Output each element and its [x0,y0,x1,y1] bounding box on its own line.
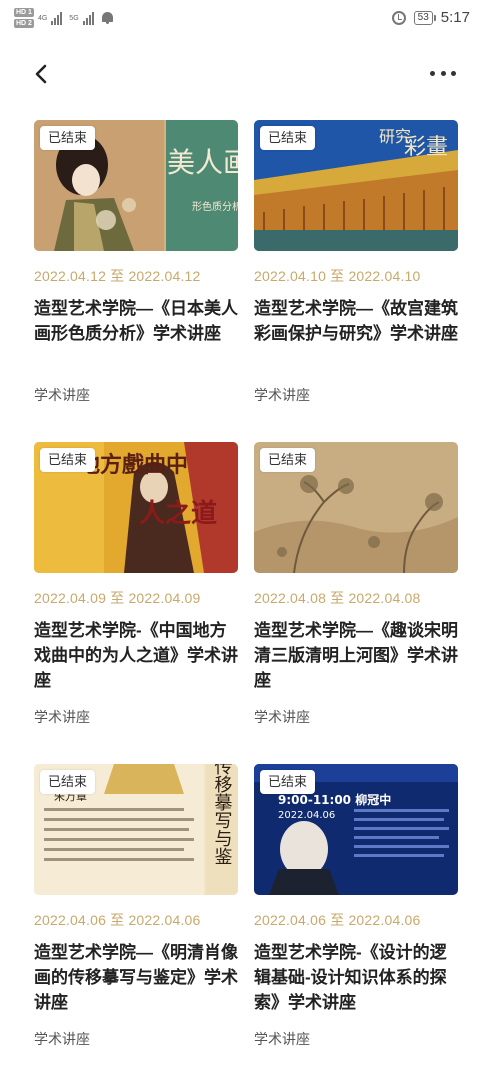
lecture-thumbnail: 彩畫 研究 已结束 [254,120,458,251]
thumb-subtitle: 形色质分析 [192,200,238,213]
status-badge: 已结束 [40,448,96,472]
lecture-thumbnail: 美人画 形色质分析 已结束 [34,120,238,251]
lecture-card[interactable]: 9:00-11:00 柳冠中 2022.04.06 已结束 2022.04.06… [254,764,458,1047]
lecture-title: 造型艺术学院—《明清肖像画的传移摹写与鉴定》学术讲座 [34,943,238,1012]
lecture-thumbnail: 已结束 [254,442,458,573]
thumb-title: 9:00-11:00 柳冠中 [278,792,391,807]
sim2-label: HD 2 [14,19,34,28]
lecture-title: 造型艺术学院—《日本美人画形色质分析》学术讲座 [34,299,238,343]
thumb-subtitle: 人之道 [139,498,217,529]
thumb-title-line1: 美人画 [167,146,238,179]
thumb-subtitle: 2022.04.06 [278,810,335,821]
lecture-date: 2022.04.06 至 2022.04.06 [254,912,421,928]
lecture-date: 2022.04.10 至 2022.04.10 [254,268,421,284]
lecture-tag: 学术讲座 [254,1031,310,1047]
clock: 5:17 [440,9,470,26]
lecture-date: 2022.04.06 至 2022.04.06 [34,912,201,928]
thumb-title: 像画的传移摹写与鉴 [212,764,233,865]
chevron-left-icon[interactable] [30,63,52,85]
lecture-thumbnail: 地方戲曲中 人之道 已结束 [34,442,238,573]
signal-icon [51,11,63,25]
signal-icon-2 [82,11,94,25]
status-badge: 已结束 [260,126,316,150]
lecture-tag: 学术讲座 [254,709,310,725]
lecture-thumbnail: 9:00-11:00 柳冠中 2022.04.06 已结束 [254,764,458,895]
status-left: HD 1 HD 2 4G 5G [14,8,114,28]
lecture-title: 造型艺术学院—《趣谈宋明清三版清明上河图》学术讲座 [254,621,458,690]
lecture-date: 2022.04.09 至 2022.04.09 [34,590,201,606]
more-horizontal-icon[interactable] [430,71,456,77]
lecture-card[interactable]: 已结束 2022.04.08 至 2022.04.08 造型艺术学院—《趣谈宋明… [254,442,458,725]
status-badge: 已结束 [40,770,96,794]
lecture-card[interactable]: 彩畫 研究 已结束 2022.04.10 至 2022.04.10 造型艺术学院… [254,120,458,403]
lecture-card[interactable]: 朱万章 像画的传移摹写与鉴 已结束 2022.04.06 至 2022.04.0… [34,764,238,1047]
lecture-date: 2022.04.08 至 2022.04.08 [254,590,421,606]
lecture-title: 造型艺术学院—《故宫建筑彩画保护与研究》学术讲座 [254,299,458,343]
lecture-tag: 学术讲座 [34,387,90,403]
status-bar: HD 1 HD 2 4G 5G 53 5:17 [0,0,492,40]
lecture-title: 造型艺术学院-《设计的逻辑基础-设计知识体系的探索》学术讲座 [254,943,447,1012]
network2-label: 5G [69,14,79,22]
alarm-icon [391,10,406,25]
nav-bar [0,50,492,98]
sim1-label: HD 1 [14,8,34,17]
lecture-card[interactable]: 地方戲曲中 人之道 已结束 2022.04.09 至 2022.04.09 造型… [34,442,238,725]
lecture-thumbnail: 朱万章 像画的传移摹写与鉴 已结束 [34,764,238,895]
lecture-title: 造型艺术学院-《中国地方戏曲中的为人之道》学术讲座 [34,621,238,690]
status-badge: 已结束 [260,770,316,794]
battery-icon: 53 [413,10,436,25]
lecture-tag: 学术讲座 [34,709,90,725]
notification-bell-icon [101,11,114,25]
sim-indicators: HD 1 HD 2 [14,8,34,28]
lecture-card[interactable]: 美人画 形色质分析 已结束 2022.04.12 至 2022.04.12 造型… [34,120,238,403]
lecture-date: 2022.04.12 至 2022.04.12 [34,268,201,284]
network1-label: 4G [37,14,48,22]
lecture-tag: 学术讲座 [254,387,310,403]
lecture-tag: 学术讲座 [34,1031,90,1047]
status-right: 53 5:17 [391,9,470,26]
status-badge: 已结束 [260,448,316,472]
thumb-subtitle: 研究 [379,127,411,146]
status-badge: 已结束 [40,126,96,150]
